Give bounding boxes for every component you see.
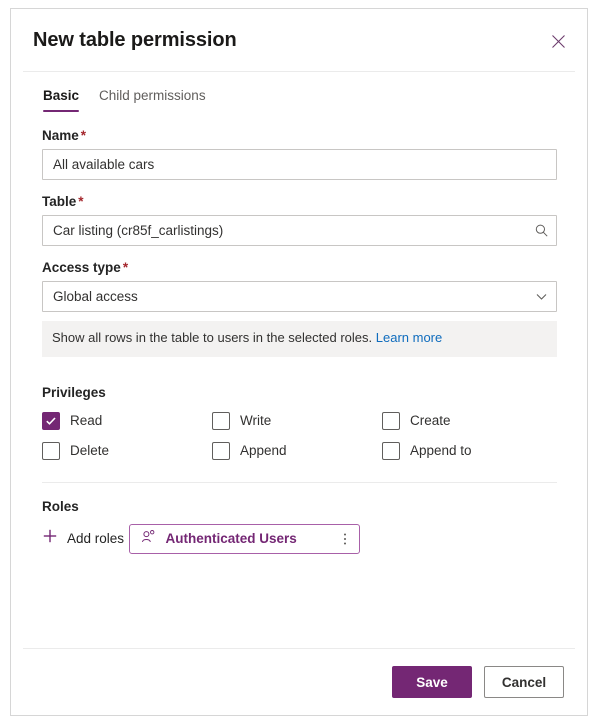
table-label: Table * bbox=[42, 194, 557, 209]
checkbox-write[interactable] bbox=[212, 411, 230, 430]
name-label-text: Name bbox=[42, 128, 79, 143]
table-field-group: Table * bbox=[42, 194, 557, 246]
page-title: New table permission bbox=[33, 28, 237, 51]
access-type-select[interactable]: Global access bbox=[42, 281, 557, 312]
tab-basic-label: Basic bbox=[43, 88, 80, 103]
person-icon bbox=[141, 529, 156, 549]
privileges-grid: Read Write Create Delete Append Append t… bbox=[42, 410, 557, 462]
table-required-asterisk: * bbox=[78, 194, 84, 209]
name-field-group: Name * bbox=[42, 128, 557, 180]
table-label-text: Table bbox=[42, 194, 77, 209]
tab-basic[interactable]: Basic bbox=[43, 88, 80, 112]
tab-child-permissions[interactable]: Child permissions bbox=[99, 88, 206, 112]
access-type-field-group: Access type * Global access Show all rows… bbox=[42, 260, 557, 357]
more-vertical-icon[interactable] bbox=[335, 526, 355, 552]
add-roles-button[interactable]: Add roles bbox=[42, 528, 124, 549]
roles-section: Roles Add roles Authenticated Users bbox=[42, 499, 557, 562]
checkbox-read[interactable] bbox=[42, 411, 60, 430]
access-type-label-text: Access type bbox=[42, 260, 121, 275]
checkbox-append-to[interactable] bbox=[382, 441, 400, 460]
privilege-delete[interactable]: Delete bbox=[42, 440, 212, 462]
access-type-label: Access type * bbox=[42, 260, 557, 275]
access-type-required-asterisk: * bbox=[122, 260, 129, 275]
privilege-write-label: Write bbox=[240, 413, 272, 429]
privilege-append-label: Append bbox=[240, 443, 287, 459]
add-roles-label: Add roles bbox=[67, 530, 125, 546]
dialog-body: Name* Table* bbox=[11, 112, 587, 648]
role-chip-label: Authenticated Users bbox=[165, 531, 297, 547]
privileges-roles-divider bbox=[42, 481, 557, 483]
access-type-info-banner: Show all rows in the table to users in t… bbox=[42, 321, 557, 357]
new-table-permission-dialog: New table permission Basic Child permiss… bbox=[10, 8, 588, 716]
dialog-footer: Save Cancel bbox=[11, 649, 587, 715]
name-label: Name * bbox=[42, 128, 557, 143]
privileges-title: Privileges bbox=[42, 384, 106, 400]
table-input-wrap bbox=[42, 215, 557, 246]
privilege-create[interactable]: Create bbox=[382, 410, 557, 432]
name-input[interactable] bbox=[42, 149, 557, 180]
access-type-value: Global access bbox=[53, 289, 138, 304]
name-input-wrap bbox=[42, 149, 557, 180]
privilege-read-label: Read bbox=[70, 413, 103, 429]
privilege-append-to[interactable]: Append to bbox=[382, 440, 557, 462]
roles-title: Roles bbox=[42, 498, 79, 514]
privilege-delete-label: Delete bbox=[70, 443, 110, 459]
checkbox-append[interactable] bbox=[212, 441, 230, 460]
privilege-append-to-label: Append to bbox=[410, 443, 472, 459]
plus-icon bbox=[42, 528, 58, 549]
checkbox-create[interactable] bbox=[382, 411, 400, 430]
privilege-read[interactable]: Read bbox=[42, 410, 212, 432]
name-required-asterisk: * bbox=[80, 128, 87, 143]
table-input[interactable] bbox=[42, 215, 557, 246]
search-icon[interactable] bbox=[534, 215, 549, 246]
access-type-select-wrap: Global access bbox=[42, 281, 557, 312]
privilege-create-label: Create bbox=[410, 413, 451, 429]
learn-more-link[interactable]: Learn more bbox=[376, 330, 442, 345]
close-button[interactable] bbox=[543, 26, 573, 56]
role-chip-authenticated-users[interactable]: Authenticated Users bbox=[128, 523, 360, 554]
checkbox-delete[interactable] bbox=[42, 441, 60, 460]
tab-child-permissions-label: Child permissions bbox=[99, 88, 206, 103]
cancel-button[interactable]: Cancel bbox=[484, 666, 564, 698]
privilege-append[interactable]: Append bbox=[212, 440, 382, 462]
save-button[interactable]: Save bbox=[392, 666, 472, 698]
close-icon bbox=[551, 34, 566, 49]
tab-bar: Basic Child permissions bbox=[11, 72, 587, 112]
access-type-info-text: Show all rows in the table to users in t… bbox=[52, 330, 373, 345]
privileges-section: Privileges Read Write Create Delete Appe… bbox=[42, 385, 557, 462]
privilege-write[interactable]: Write bbox=[212, 410, 382, 432]
dialog-header: New table permission bbox=[11, 9, 587, 71]
